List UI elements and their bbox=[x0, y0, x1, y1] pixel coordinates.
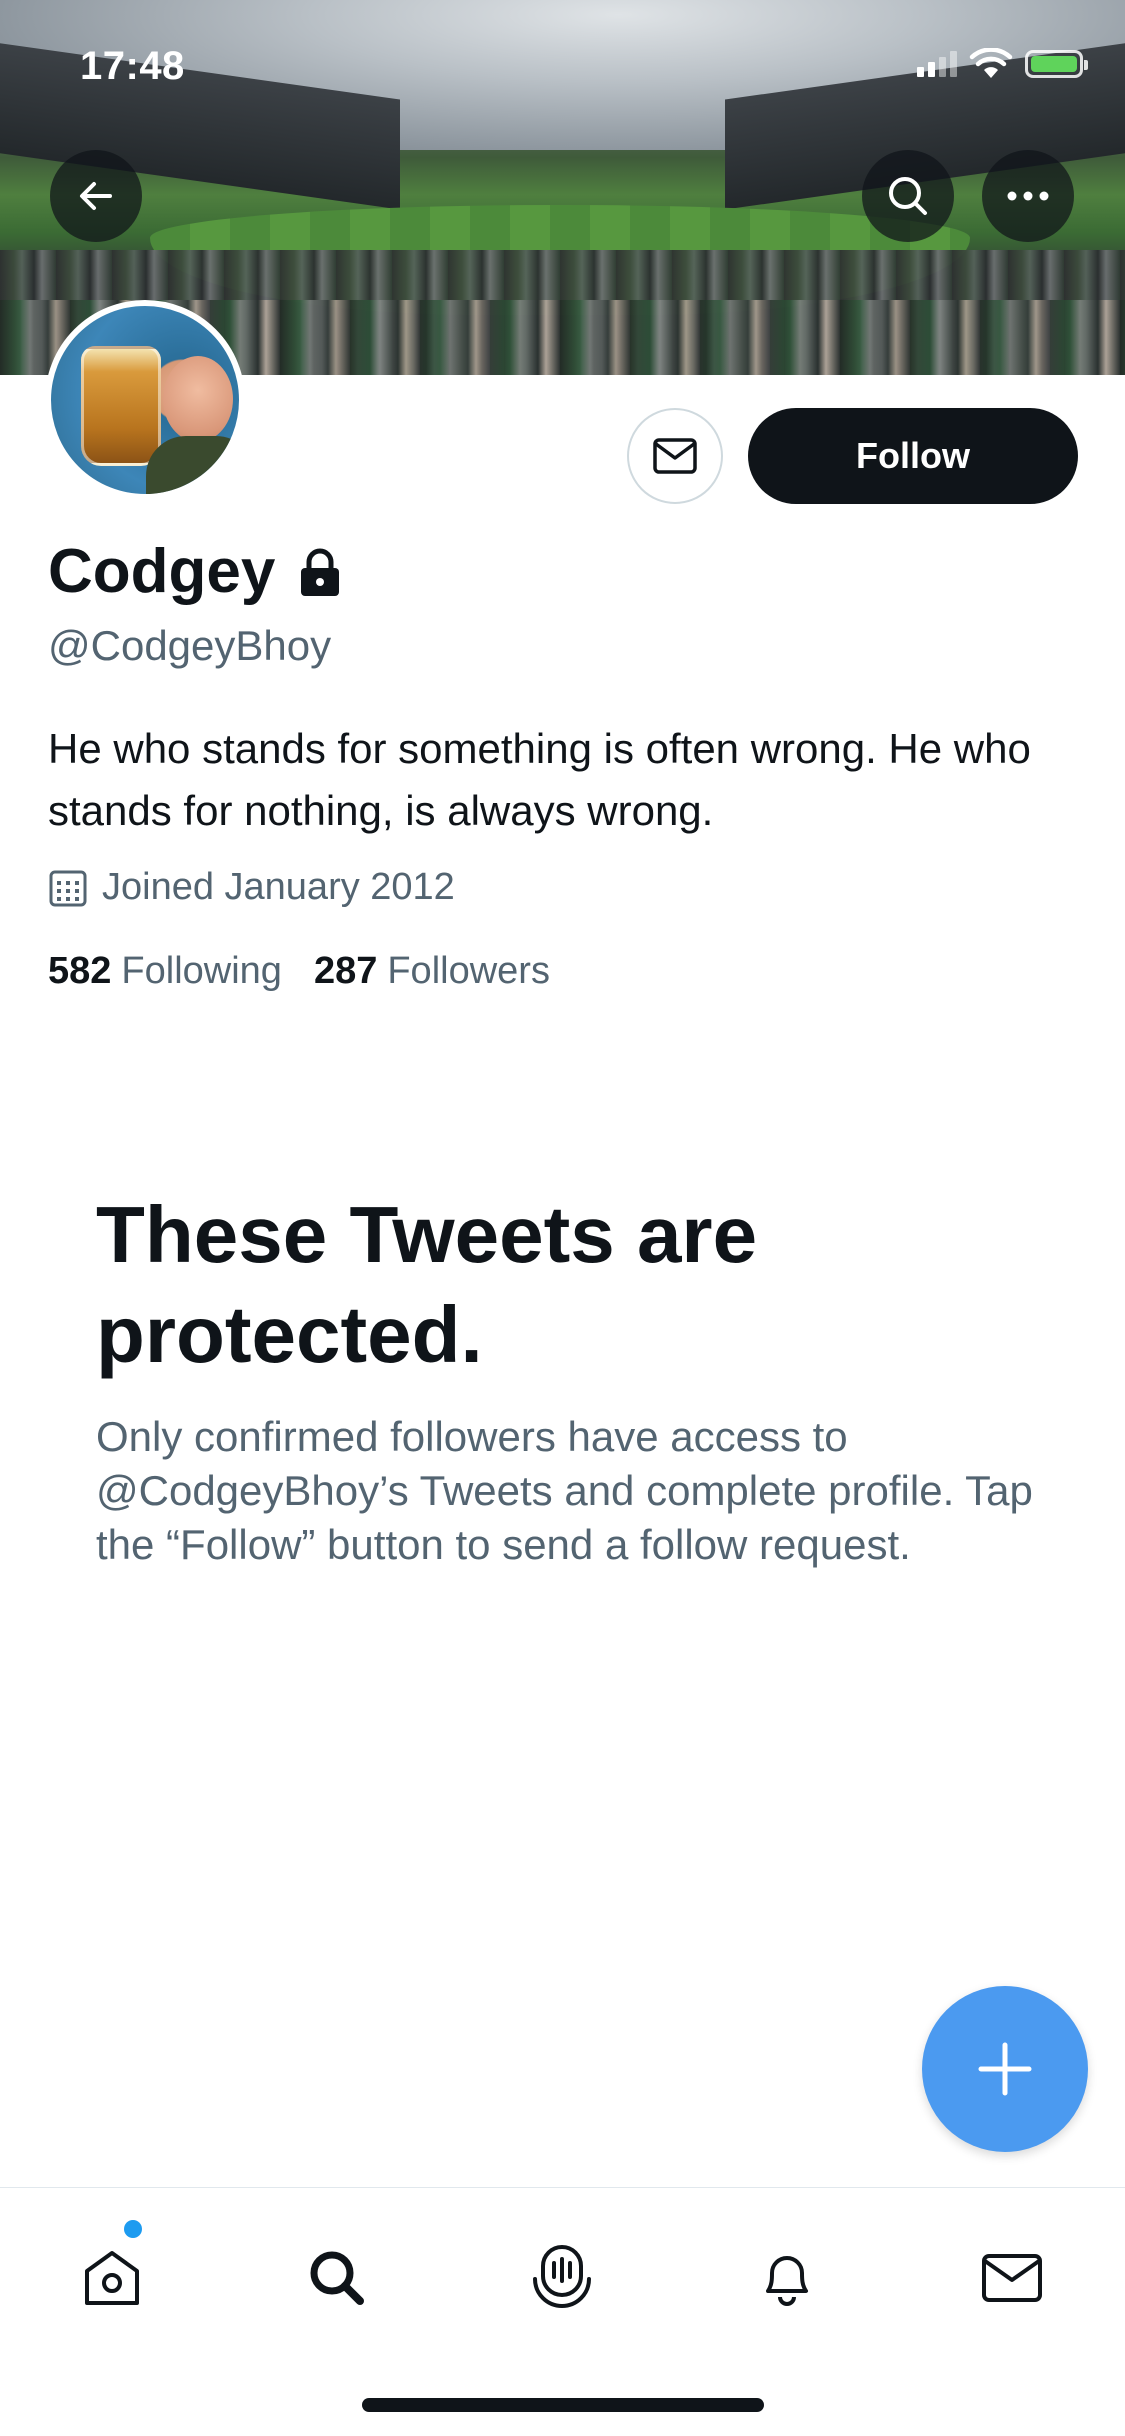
envelope-icon bbox=[982, 2254, 1042, 2302]
search-icon bbox=[889, 177, 927, 215]
followers-count: 287 bbox=[313, 950, 378, 992]
status-icons bbox=[917, 48, 1088, 80]
spaces-mic-icon bbox=[533, 2245, 591, 2308]
bell-icon bbox=[766, 2256, 808, 2306]
handle: @CodgeyBhoy bbox=[48, 622, 332, 669]
following-link[interactable]: 582 Following bbox=[48, 950, 282, 993]
status-time: 17:48 bbox=[80, 44, 185, 88]
following-count: 582 bbox=[48, 950, 112, 992]
tab-messages[interactable] bbox=[962, 2228, 1062, 2328]
plus-icon bbox=[978, 2042, 1032, 2096]
following-label: Following bbox=[121, 950, 282, 992]
joined-text: Joined January 2012 bbox=[102, 866, 455, 908]
more-button[interactable] bbox=[982, 150, 1074, 242]
tab-home[interactable] bbox=[62, 2220, 162, 2328]
display-name: Codgey bbox=[48, 537, 276, 606]
calendar-icon bbox=[49, 870, 87, 906]
wifi-icon bbox=[969, 48, 1013, 78]
search-button[interactable] bbox=[862, 150, 954, 242]
protected-body: Only confirmed followers have access to … bbox=[96, 1413, 1033, 1568]
avatar-shirt bbox=[146, 436, 239, 494]
avatar-beer-glass bbox=[81, 346, 161, 466]
back-button[interactable] bbox=[50, 150, 142, 242]
tab-explore[interactable] bbox=[287, 2228, 387, 2328]
home-icon bbox=[85, 2251, 139, 2305]
envelope-icon bbox=[653, 438, 697, 474]
lock-icon bbox=[301, 548, 340, 596]
compose-tweet-button[interactable] bbox=[922, 1986, 1088, 2152]
tab-notifications[interactable] bbox=[737, 2228, 837, 2328]
tab-spaces[interactable] bbox=[512, 2228, 612, 2328]
name-row: Codgey bbox=[48, 536, 343, 607]
follow-button[interactable]: Follow bbox=[748, 408, 1078, 504]
avatar[interactable] bbox=[45, 300, 245, 500]
protected-title: These Tweets are protected. bbox=[96, 1190, 758, 1379]
follow-counts: 582 Following 287 Followers bbox=[48, 950, 550, 993]
followers-link[interactable]: 287 Followers bbox=[314, 950, 550, 993]
cellular-signal-icon bbox=[917, 51, 957, 77]
followers-label: Followers bbox=[387, 950, 550, 992]
battery-charging-icon bbox=[1025, 50, 1088, 78]
home-indicator bbox=[362, 2398, 764, 2412]
avatar-face bbox=[163, 356, 233, 442]
bio: He who stands for something is often wro… bbox=[48, 725, 1031, 834]
message-button[interactable] bbox=[627, 408, 723, 504]
notification-dot bbox=[124, 2220, 142, 2238]
joined-date: Joined January 2012 bbox=[48, 866, 455, 909]
more-horizontal-icon bbox=[1007, 191, 1049, 201]
search-icon bbox=[310, 2251, 364, 2305]
arrow-left-icon bbox=[80, 182, 112, 210]
